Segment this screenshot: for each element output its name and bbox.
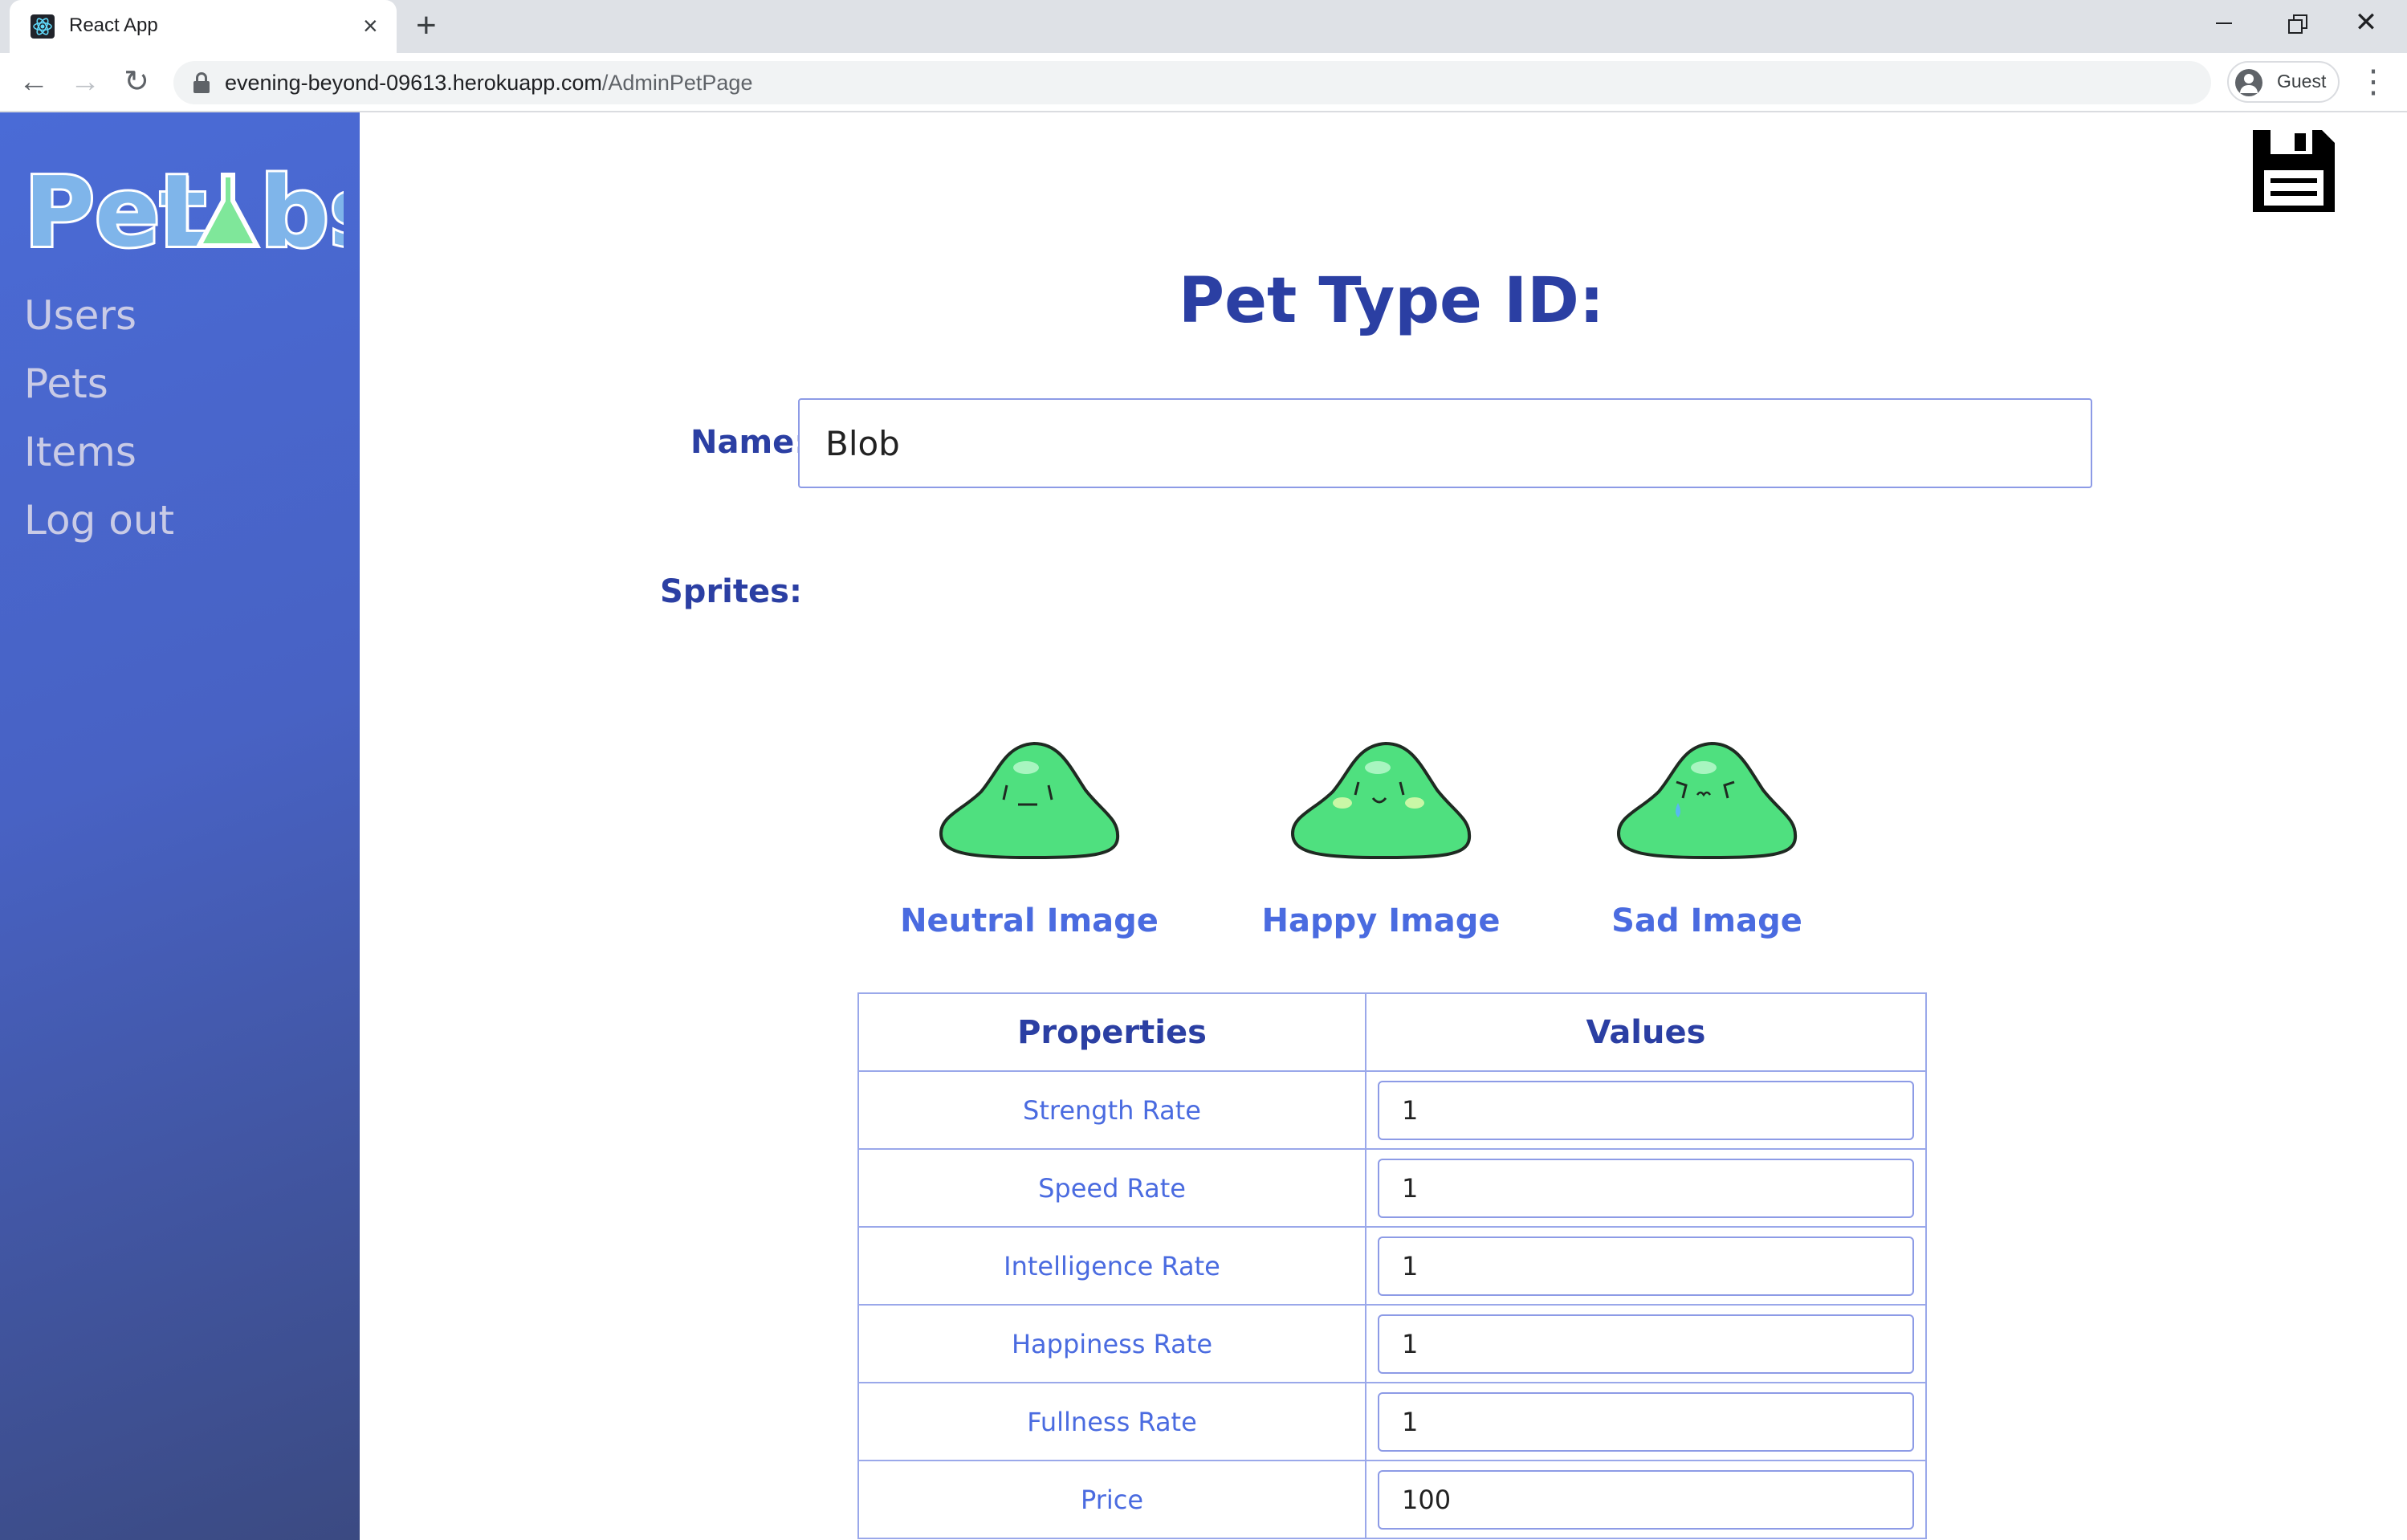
fullness-rate-input[interactable]: [1378, 1391, 1914, 1452]
browser-tab[interactable]: React App ×: [10, 0, 397, 53]
intelligence-rate-input[interactable]: [1378, 1236, 1914, 1296]
neutral-image-caption: Neutral Image: [900, 902, 1159, 939]
sidebar: Pet L bs Users Pets Items Log out: [0, 112, 389, 1540]
svg-text:bs: bs: [260, 157, 344, 263]
page-title: Pet Type ID:: [1178, 265, 1605, 337]
table-row: Intelligence Rate: [857, 1226, 1927, 1306]
name-input[interactable]: [798, 398, 2092, 488]
url-host: evening-beyond-09613.herokuapp.com: [225, 71, 602, 95]
address-bar[interactable]: evening-beyond-09613.herokuapp.com/Admin…: [173, 61, 2211, 104]
happiness-rate-input[interactable]: [1378, 1314, 1914, 1374]
price-input[interactable]: [1378, 1469, 1914, 1530]
new-tab-icon[interactable]: +: [416, 8, 437, 43]
properties-header: Properties: [857, 992, 1366, 1072]
property-speed-rate: Speed Rate: [857, 1148, 1366, 1228]
lock-icon[interactable]: [193, 72, 210, 93]
floppy-disk-icon[interactable]: [2248, 125, 2340, 217]
tab-close-icon[interactable]: ×: [363, 11, 378, 40]
browser-toolbar: ← → ↻ evening-beyond-09613.herokuapp.com…: [0, 53, 2407, 112]
tab-title: React App: [69, 14, 158, 36]
name-label: Name:: [690, 424, 808, 461]
values-header: Values: [1365, 992, 1927, 1072]
window-minimize-button[interactable]: [2185, 0, 2258, 48]
browser-tab-strip: React App × + ✕: [0, 0, 2407, 53]
profile-button[interactable]: Guest: [2227, 61, 2340, 103]
properties-table: Properties Values Strength Rate Speed Ra…: [857, 992, 1927, 1539]
speed-rate-input[interactable]: [1378, 1158, 1914, 1218]
sidebar-item-pets[interactable]: Pets: [24, 361, 108, 407]
sidebar-item-items[interactable]: Items: [24, 429, 136, 475]
back-arrow-icon[interactable]: ←: [13, 61, 55, 103]
profile-label: Guest: [2277, 71, 2327, 92]
table-header-row: Properties Values: [857, 992, 1927, 1072]
react-favicon-icon: [31, 14, 55, 39]
kebab-menu-icon[interactable]: ⋮: [2357, 61, 2389, 103]
value-cell: [1365, 1460, 1927, 1539]
table-row: Strength Rate: [857, 1070, 1927, 1150]
table-row: Fullness Rate: [857, 1382, 1927, 1461]
table-row: Happiness Rate: [857, 1304, 1927, 1383]
strength-rate-input[interactable]: [1378, 1080, 1914, 1140]
window-close-button[interactable]: ✕: [2330, 0, 2402, 48]
value-cell: [1365, 1304, 1927, 1383]
table-row: Price: [857, 1460, 1927, 1539]
value-cell: [1365, 1070, 1927, 1150]
property-price: Price: [857, 1460, 1366, 1539]
sidebar-item-users[interactable]: Users: [24, 292, 136, 339]
neutral-sprite-image[interactable]: [931, 739, 1124, 861]
property-intelligence-rate: Intelligence Rate: [857, 1226, 1366, 1306]
url-text: evening-beyond-09613.herokuapp.com/Admin…: [225, 71, 752, 96]
sad-image-caption: Sad Image: [1611, 902, 1802, 939]
sad-sprite-image[interactable]: [1609, 739, 1802, 861]
property-happiness-rate: Happiness Rate: [857, 1304, 1366, 1383]
value-cell: [1365, 1226, 1927, 1306]
window-restore-button[interactable]: [2258, 0, 2330, 48]
url-path: /AdminPetPage: [601, 71, 753, 95]
value-cell: [1365, 1382, 1927, 1461]
value-cell: [1365, 1148, 1927, 1228]
happy-sprite-image[interactable]: [1283, 739, 1476, 861]
sprites-label: Sprites:: [660, 573, 802, 610]
happy-image-caption: Happy Image: [1261, 902, 1501, 939]
table-row: Speed Rate: [857, 1148, 1927, 1228]
reload-icon[interactable]: ↻: [116, 61, 157, 103]
account-circle-icon: [2235, 69, 2262, 96]
forward-arrow-icon[interactable]: →: [64, 61, 106, 103]
property-fullness-rate: Fullness Rate: [857, 1382, 1366, 1461]
petlabs-logo[interactable]: Pet L bs: [22, 151, 389, 271]
sidebar-item-log-out[interactable]: Log out: [24, 497, 174, 544]
property-strength-rate: Strength Rate: [857, 1070, 1366, 1150]
